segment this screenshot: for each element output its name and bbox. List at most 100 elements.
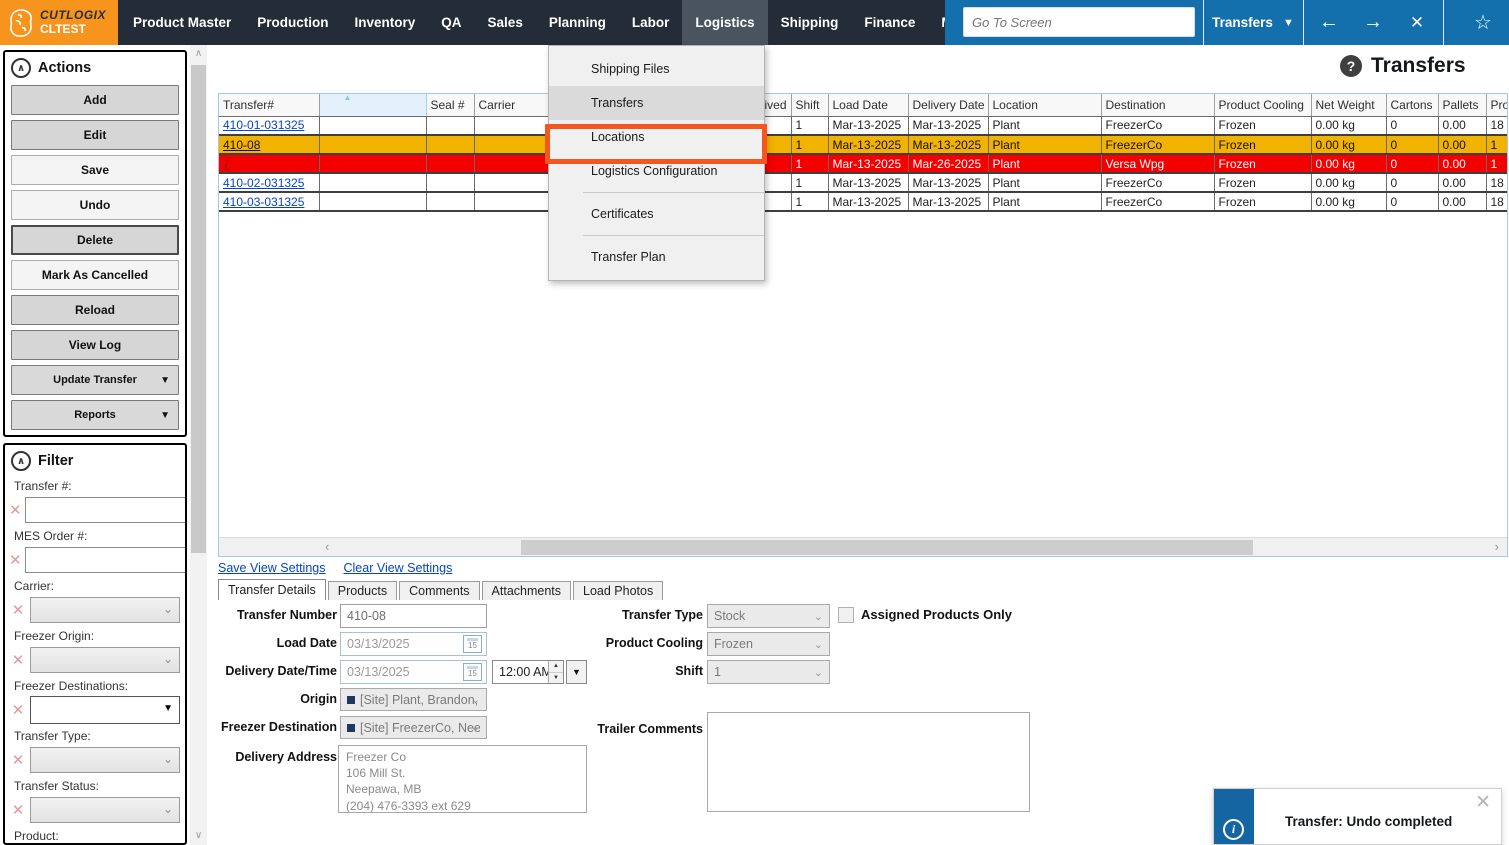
- transfer-number-link[interactable]: 7: [223, 157, 230, 171]
- origin-dropdown[interactable]: [Site] Plant, Brandon, ⌄: [340, 688, 487, 711]
- add-button[interactable]: Add: [11, 85, 179, 115]
- help-icon[interactable]: ?: [1340, 55, 1362, 77]
- time-spinner[interactable]: ▲ ▼: [548, 661, 563, 683]
- scrollbar-thumb[interactable]: [521, 540, 1253, 555]
- clear-filter-icon[interactable]: ✕: [9, 801, 27, 819]
- reload-button[interactable]: Reload: [11, 295, 179, 325]
- toast-close-button[interactable]: ✕: [1475, 791, 1491, 814]
- save-button[interactable]: Save: [11, 155, 179, 185]
- grid-horizontal-scrollbar[interactable]: ‹ ›: [219, 537, 1507, 556]
- transfer-number-input[interactable]: [340, 604, 487, 628]
- tab-attachments[interactable]: Attachments: [482, 581, 571, 600]
- table-row[interactable]: 71Mar-13-2025Mar-26-2025PlantVersa WpgFr…: [219, 154, 1508, 173]
- transfer-number-link[interactable]: 410-08: [223, 138, 260, 152]
- time-dropdown-button[interactable]: ▼: [566, 660, 587, 684]
- clear-filter-icon[interactable]: ✕: [9, 601, 27, 619]
- menu-item-shipping-files[interactable]: Shipping Files: [549, 52, 764, 86]
- column-header-cartons[interactable]: Cartons: [1386, 94, 1438, 116]
- nav-item-shipping[interactable]: Shipping: [768, 0, 852, 45]
- menu-item-transfers[interactable]: Transfers: [549, 86, 764, 120]
- reports-button[interactable]: Reports▼: [11, 400, 179, 430]
- favorite-button[interactable]: ☆: [1461, 0, 1505, 45]
- mark-as-cancelled-button[interactable]: Mark As Cancelled: [11, 260, 179, 290]
- nav-item-planning[interactable]: Planning: [536, 0, 619, 45]
- column-header-products[interactable]: Products: [1486, 94, 1508, 116]
- spin-up-icon[interactable]: ▲: [549, 661, 563, 673]
- filter-input-mes-order[interactable]: [25, 547, 187, 573]
- filter-dropdown-freezer-destinations[interactable]: ▼: [30, 696, 180, 724]
- column-header-product-cooling[interactable]: Product Cooling: [1214, 94, 1311, 116]
- table-row[interactable]: 410-081Mar-13-2025Mar-13-2025PlantFreeze…: [219, 135, 1508, 154]
- delivery-address-textarea[interactable]: Freezer Co 106 Mill St. Neepawa, MB (204…: [338, 745, 587, 813]
- clear-filter-icon[interactable]: ✕: [9, 551, 22, 569]
- product-cooling-dropdown[interactable]: Frozen ⌄: [707, 632, 830, 656]
- column-header-pallets[interactable]: Pallets: [1438, 94, 1486, 116]
- tab-comments[interactable]: Comments: [399, 581, 479, 600]
- edit-button[interactable]: Edit: [11, 120, 179, 150]
- calendar-icon[interactable]: 15: [463, 635, 482, 653]
- column-header-net-weight[interactable]: Net Weight: [1311, 94, 1386, 116]
- save-view-settings-link[interactable]: Save View Settings: [218, 561, 325, 575]
- column-header-delivery-date[interactable]: Delivery Date: [908, 94, 988, 116]
- scroll-right-icon[interactable]: ›: [1495, 539, 1499, 554]
- freezer-destination-dropdown[interactable]: [Site] FreezerCo, Nee ⌄: [340, 716, 487, 739]
- transfer-number-link[interactable]: 410-03-031325: [223, 195, 304, 209]
- assigned-products-only-checkbox[interactable]: [838, 607, 854, 623]
- scroll-up-icon[interactable]: ∧: [190, 48, 207, 59]
- goto-screen-input[interactable]: [963, 7, 1195, 37]
- clear-filter-icon[interactable]: ✕: [9, 751, 27, 769]
- table-row[interactable]: 410-02-0313251Mar-13-2025Mar-13-2025Plan…: [219, 173, 1508, 192]
- filter-dropdown-transfer-status[interactable]: ⌄: [30, 797, 180, 823]
- collapse-panel-icon[interactable]: ∧: [11, 58, 31, 78]
- forward-button[interactable]: →: [1351, 0, 1395, 45]
- view-log-button[interactable]: View Log: [11, 330, 179, 360]
- nav-item-labor[interactable]: Labor: [619, 0, 683, 45]
- nav-item-sales[interactable]: Sales: [475, 0, 536, 45]
- filter-dropdown-freezer-origin[interactable]: ⌄: [30, 647, 180, 673]
- scroll-down-icon[interactable]: ∨: [190, 830, 207, 841]
- brand-logo[interactable]: CUTLOGIX CLTEST: [0, 0, 118, 45]
- clear-view-settings-link[interactable]: Clear View Settings: [343, 561, 452, 575]
- table-row[interactable]: 410-01-0313251Mar-13-2025Mar-13-2025Plan…: [219, 116, 1508, 135]
- clear-filter-icon[interactable]: ✕: [9, 701, 27, 719]
- shift-dropdown[interactable]: 1 ⌄: [707, 660, 830, 684]
- nav-item-inventory[interactable]: Inventory: [342, 0, 429, 45]
- filter-input-transfer[interactable]: [25, 497, 187, 523]
- clear-filter-icon[interactable]: ✕: [9, 651, 27, 669]
- delivery-time-input[interactable]: 12:00 AM ▲ ▼: [492, 660, 564, 684]
- table-row[interactable]: 410-03-0313251Mar-13-2025Mar-13-2025Plan…: [219, 192, 1508, 211]
- filter-dropdown-carrier[interactable]: ⌄: [30, 597, 180, 623]
- tab-products[interactable]: Products: [328, 581, 397, 600]
- transfer-number-link[interactable]: 410-02-031325: [223, 176, 304, 190]
- scroll-left-icon[interactable]: ‹: [325, 539, 329, 554]
- nav-item-finance[interactable]: Finance: [851, 0, 928, 45]
- transfer-type-dropdown[interactable]: Stock ⌄: [707, 604, 830, 628]
- menu-item-transfer-plan[interactable]: Transfer Plan: [549, 240, 764, 274]
- column-header-load-date[interactable]: Load Date: [828, 94, 908, 116]
- menu-item-certificates[interactable]: Certificates: [549, 197, 764, 231]
- back-button[interactable]: ←: [1307, 0, 1351, 45]
- close-screen-button[interactable]: ✕: [1395, 0, 1439, 45]
- clear-filter-icon[interactable]: ✕: [9, 501, 22, 519]
- column-header-shift[interactable]: Shift: [791, 94, 828, 116]
- trailer-comments-textarea[interactable]: [707, 712, 1030, 812]
- column-header-location[interactable]: Location: [988, 94, 1101, 116]
- collapse-panel-icon[interactable]: ∧: [11, 451, 31, 471]
- update-transfer-button[interactable]: Update Transfer▼: [11, 365, 179, 395]
- undo-button[interactable]: Undo: [11, 190, 179, 220]
- tab-load-photos[interactable]: Load Photos: [573, 581, 663, 600]
- nav-item-logistics[interactable]: Logistics: [682, 0, 767, 45]
- column-header-destination[interactable]: Destination: [1101, 94, 1214, 116]
- column-header-seal[interactable]: Seal #: [426, 94, 474, 116]
- delete-button[interactable]: Delete: [11, 225, 179, 255]
- filter-dropdown-transfer-type[interactable]: ⌄: [30, 747, 180, 773]
- nav-item-qa[interactable]: QA: [428, 0, 474, 45]
- column-header-transfer[interactable]: Transfer#: [219, 94, 319, 116]
- scrollbar-thumb[interactable]: [191, 65, 206, 553]
- screen-selector-dropdown[interactable]: Transfers ▼: [1203, 0, 1303, 45]
- nav-item-product-master[interactable]: Product Master: [120, 0, 244, 45]
- column-header-blank[interactable]: ▲: [319, 94, 426, 116]
- spin-down-icon[interactable]: ▼: [549, 673, 563, 684]
- transfer-number-link[interactable]: 410-01-031325: [223, 118, 304, 132]
- calendar-icon[interactable]: 15: [463, 663, 482, 681]
